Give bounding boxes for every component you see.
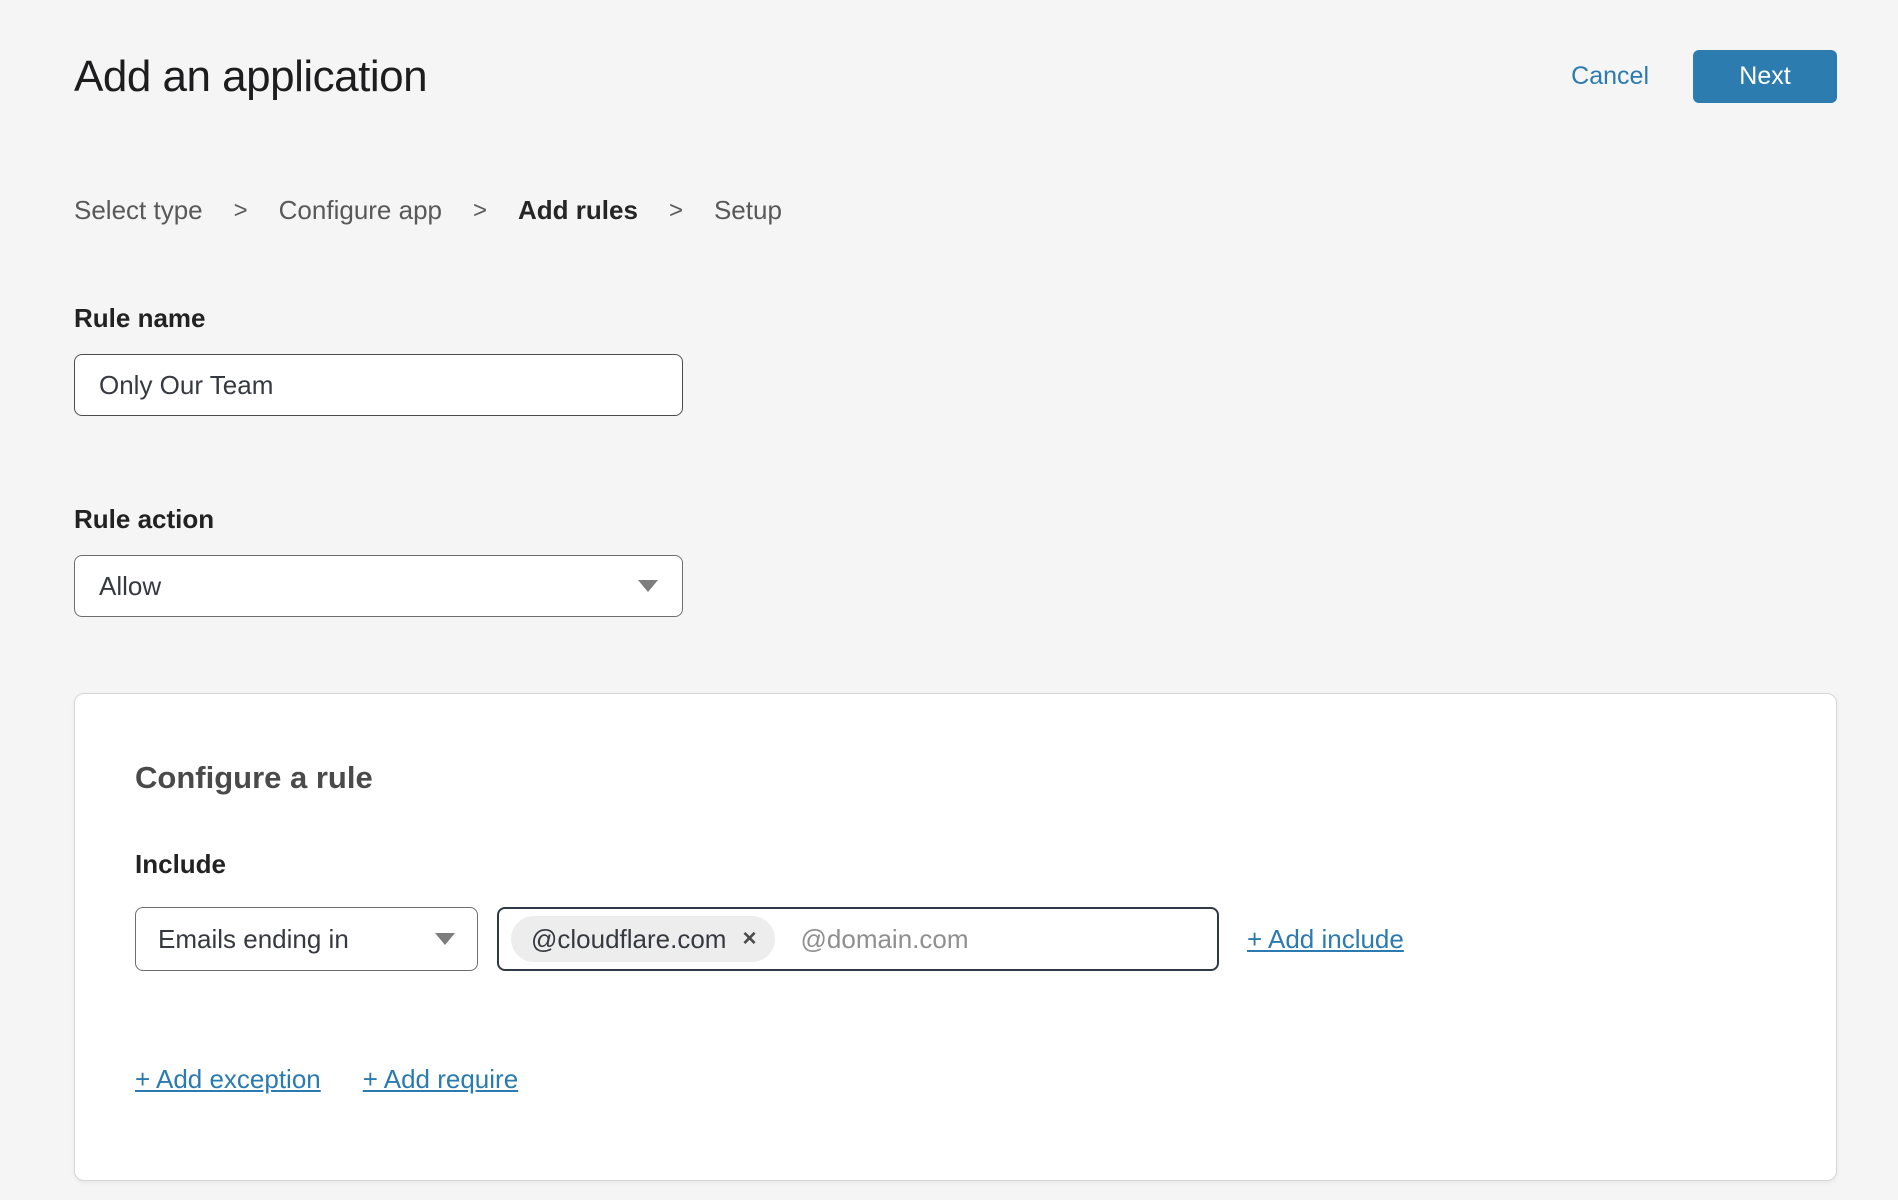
include-value-input[interactable]: @cloudflare.com × [497, 907, 1219, 971]
email-domain-chip-label: @cloudflare.com [531, 924, 726, 955]
add-exception-link[interactable]: + Add exception [135, 1064, 321, 1095]
breadcrumb-step-add-rules[interactable]: Add rules [518, 195, 638, 226]
add-application-page: Add an application Cancel Next Select ty… [0, 0, 1898, 1181]
breadcrumb-separator: > [473, 197, 487, 225]
breadcrumb-step-configure-app[interactable]: Configure app [279, 195, 442, 226]
chevron-down-icon [638, 580, 658, 592]
rule-name-input[interactable] [74, 354, 683, 416]
email-domain-text-input[interactable] [801, 924, 1206, 955]
page-title: Add an application [74, 52, 427, 102]
configure-rule-title: Configure a rule [135, 760, 1776, 796]
rule-action-label: Rule action [74, 504, 1837, 535]
breadcrumb-step-select-type[interactable]: Select type [74, 195, 203, 226]
breadcrumb-step-setup[interactable]: Setup [714, 195, 782, 226]
card-links-row: + Add exception + Add require [135, 1064, 1776, 1095]
include-selector[interactable]: Emails ending in [135, 907, 478, 971]
add-require-link[interactable]: + Add require [363, 1064, 518, 1095]
include-selector-value: Emails ending in [158, 924, 349, 955]
next-button[interactable]: Next [1693, 50, 1837, 103]
header-actions: Cancel Next [1571, 50, 1837, 103]
include-label: Include [135, 849, 1776, 880]
chevron-down-icon [435, 933, 455, 945]
remove-chip-icon[interactable]: × [742, 927, 756, 951]
cancel-button[interactable]: Cancel [1571, 62, 1649, 91]
breadcrumb-separator: > [669, 197, 683, 225]
email-domain-chip: @cloudflare.com × [511, 916, 775, 962]
rule-name-label: Rule name [74, 303, 1837, 334]
breadcrumb-separator: > [234, 197, 248, 225]
breadcrumb: Select type > Configure app > Add rules … [74, 195, 1837, 226]
configure-rule-card: Configure a rule Include Emails ending i… [74, 693, 1837, 1181]
rule-action-select[interactable]: Allow [74, 555, 683, 617]
add-include-link[interactable]: + Add include [1247, 924, 1404, 955]
page-header: Add an application Cancel Next [74, 50, 1837, 103]
include-rule-row: Emails ending in @cloudflare.com × + Add… [135, 907, 1776, 971]
rule-action-value: Allow [99, 571, 161, 602]
